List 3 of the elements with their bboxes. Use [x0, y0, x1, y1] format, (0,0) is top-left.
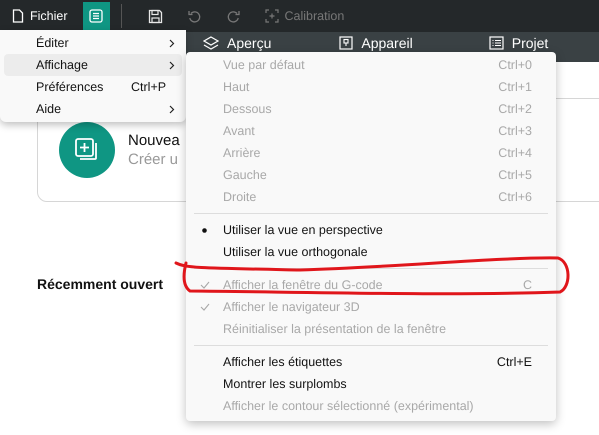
card-title: Nouvea [128, 132, 180, 149]
card-subtitle: Créer u [128, 151, 180, 168]
section-heading: Récemment ouvert [37, 276, 164, 292]
